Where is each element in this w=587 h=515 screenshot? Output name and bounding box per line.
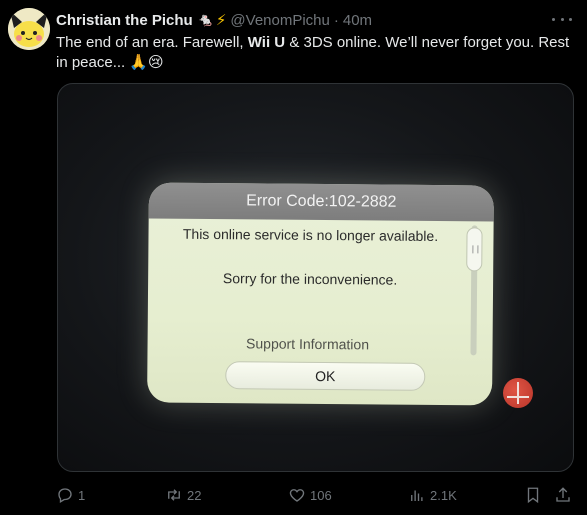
error-title-bar: Error Code:102-2882 [148,182,494,222]
share-button[interactable] [554,485,576,505]
views-icon [411,490,423,501]
reply-count: 1 [78,487,86,503]
error-message-line1: This online service is no longer availab… [182,225,439,245]
tweet-text: The end of an era. Farewell, Wii U & 3DS… [56,33,576,73]
repost-button[interactable]: 22 [165,485,201,505]
tweet-action-bar: 1 22 106 2.1K [56,485,576,505]
error-message-line2: Sorry for the inconvenience. [222,270,398,288]
wii-error-dialog: Error Code:102-2882 This online service … [147,182,494,406]
tweet-media-photo[interactable]: Error Code:102-2882 This online service … [57,83,574,472]
author-name-emoji: 🐁 [197,12,214,27]
tweet-timestamp[interactable]: 40m [343,12,372,29]
bolt-icon: ⚡ [215,12,227,29]
author-handle[interactable]: @VenomPichu [230,12,329,29]
repost-count: 22 [187,487,202,503]
smash-bros-logo-icon [503,378,533,408]
support-information-text: Support Information [246,335,370,353]
error-code-title: Error Code:102-2882 [246,192,397,211]
like-button[interactable]: 106 [288,485,332,505]
tweet-text-part1: The end of an era. Farewell, [56,34,248,51]
avatar[interactable] [8,8,50,50]
tweet-text-bold: Wii U [247,34,286,51]
error-message: This online service is no longer availab… [160,223,461,292]
more-options-icon[interactable] [552,10,572,28]
repost-icon [168,489,180,501]
dialog-scroll-thumb [466,227,483,272]
like-count: 106 [310,487,332,503]
tweet-header: Christian the Pichu 🐁 ⚡ @VenomPichu · 40… [56,9,372,31]
reply-icon [58,488,72,503]
like-icon [289,489,305,502]
share-icon [556,487,570,502]
error-ok-button: OK [225,361,426,391]
separator-dot: · [333,11,339,29]
avatar-pichu-icon [8,8,50,50]
reply-button[interactable]: 1 [56,485,85,505]
views-count: 2.1K [430,487,457,503]
views-button[interactable]: 2.1K [408,485,457,505]
bookmark-icon [527,487,539,504]
bookmark-button[interactable] [524,485,546,505]
author-name[interactable]: Christian the Pichu [56,12,193,29]
